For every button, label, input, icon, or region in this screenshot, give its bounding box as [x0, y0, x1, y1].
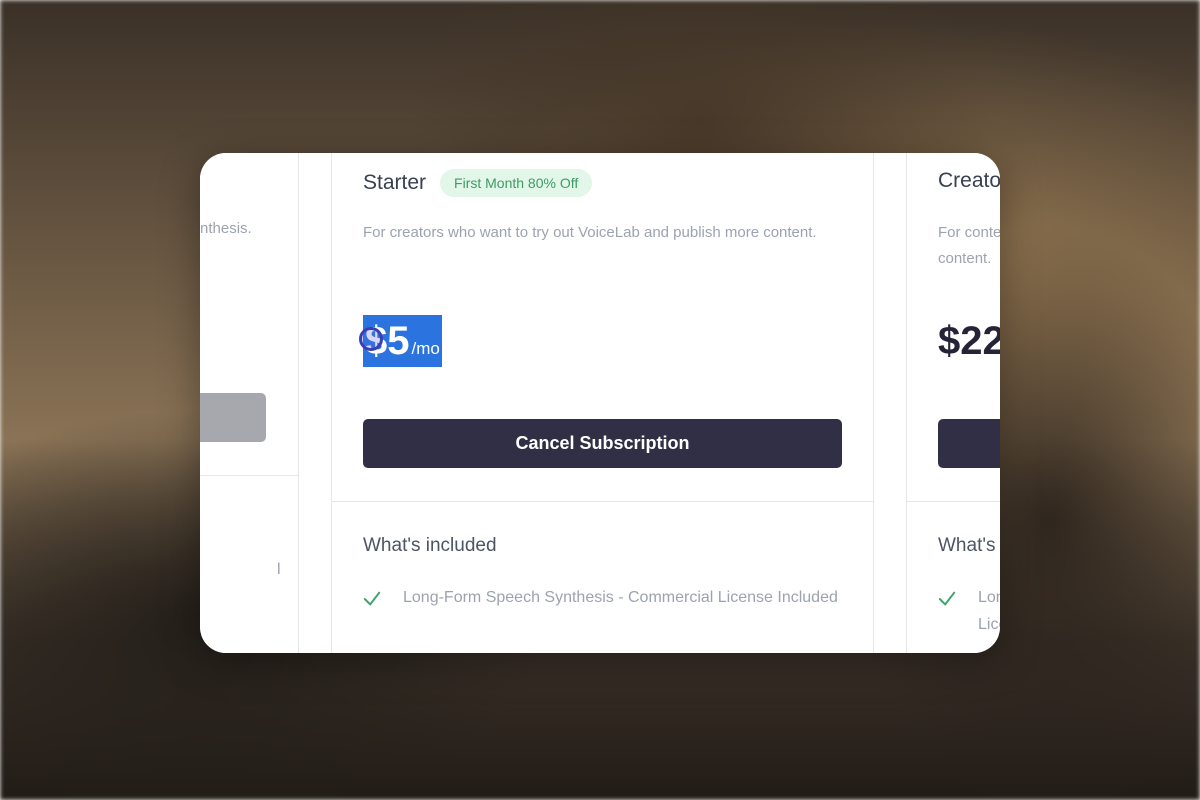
plan-price: $22: [938, 319, 1000, 363]
check-icon: [938, 591, 956, 606]
included-heading: What's included: [938, 535, 1000, 556]
feature-item: Long-Form Speech Synthesis - Commercial …: [363, 584, 843, 611]
discount-badge: First Month 80% Off: [440, 169, 593, 197]
plan-card-left: nthesis. l: [200, 153, 299, 653]
plan-description: nthesis.: [200, 220, 252, 237]
plan-description: For creators who want to try out VoiceLa…: [363, 224, 817, 241]
price-period[interactable]: /mo: [412, 339, 440, 359]
check-icon: [363, 591, 381, 606]
plan-name: Creator: [938, 169, 1000, 192]
text-cursor-icon: [359, 327, 383, 351]
pricing-window: nthesis. l Starter First Month 80% Off F…: [200, 153, 1000, 653]
card-divider: [907, 501, 1000, 502]
feature-text: Long-Form Speech Synthesis - Commercial …: [403, 589, 838, 606]
feature-text: Long-Form Speech Synthesis - Commercial …: [978, 589, 1000, 633]
plan-description: For content creators who want more voice…: [938, 224, 1000, 267]
cancel-subscription-button[interactable]: Cancel Subscription: [363, 419, 842, 468]
plan-button[interactable]: [938, 419, 1000, 468]
card-divider: [332, 501, 873, 502]
feature-item: Long-Form Speech Synthesis - Commercial …: [938, 584, 1000, 638]
included-heading: What's included: [363, 535, 497, 556]
plan-card-creator: Creator For content creators who want mo…: [906, 153, 1000, 653]
plan-header: Starter First Month 80% Off: [363, 169, 593, 197]
plan-card-starter: Starter First Month 80% Off For creators…: [331, 153, 874, 653]
plan-name: Starter: [363, 171, 427, 194]
card-divider: [200, 475, 298, 476]
feature-text: l: [277, 561, 281, 578]
plan-button[interactable]: [200, 393, 266, 442]
